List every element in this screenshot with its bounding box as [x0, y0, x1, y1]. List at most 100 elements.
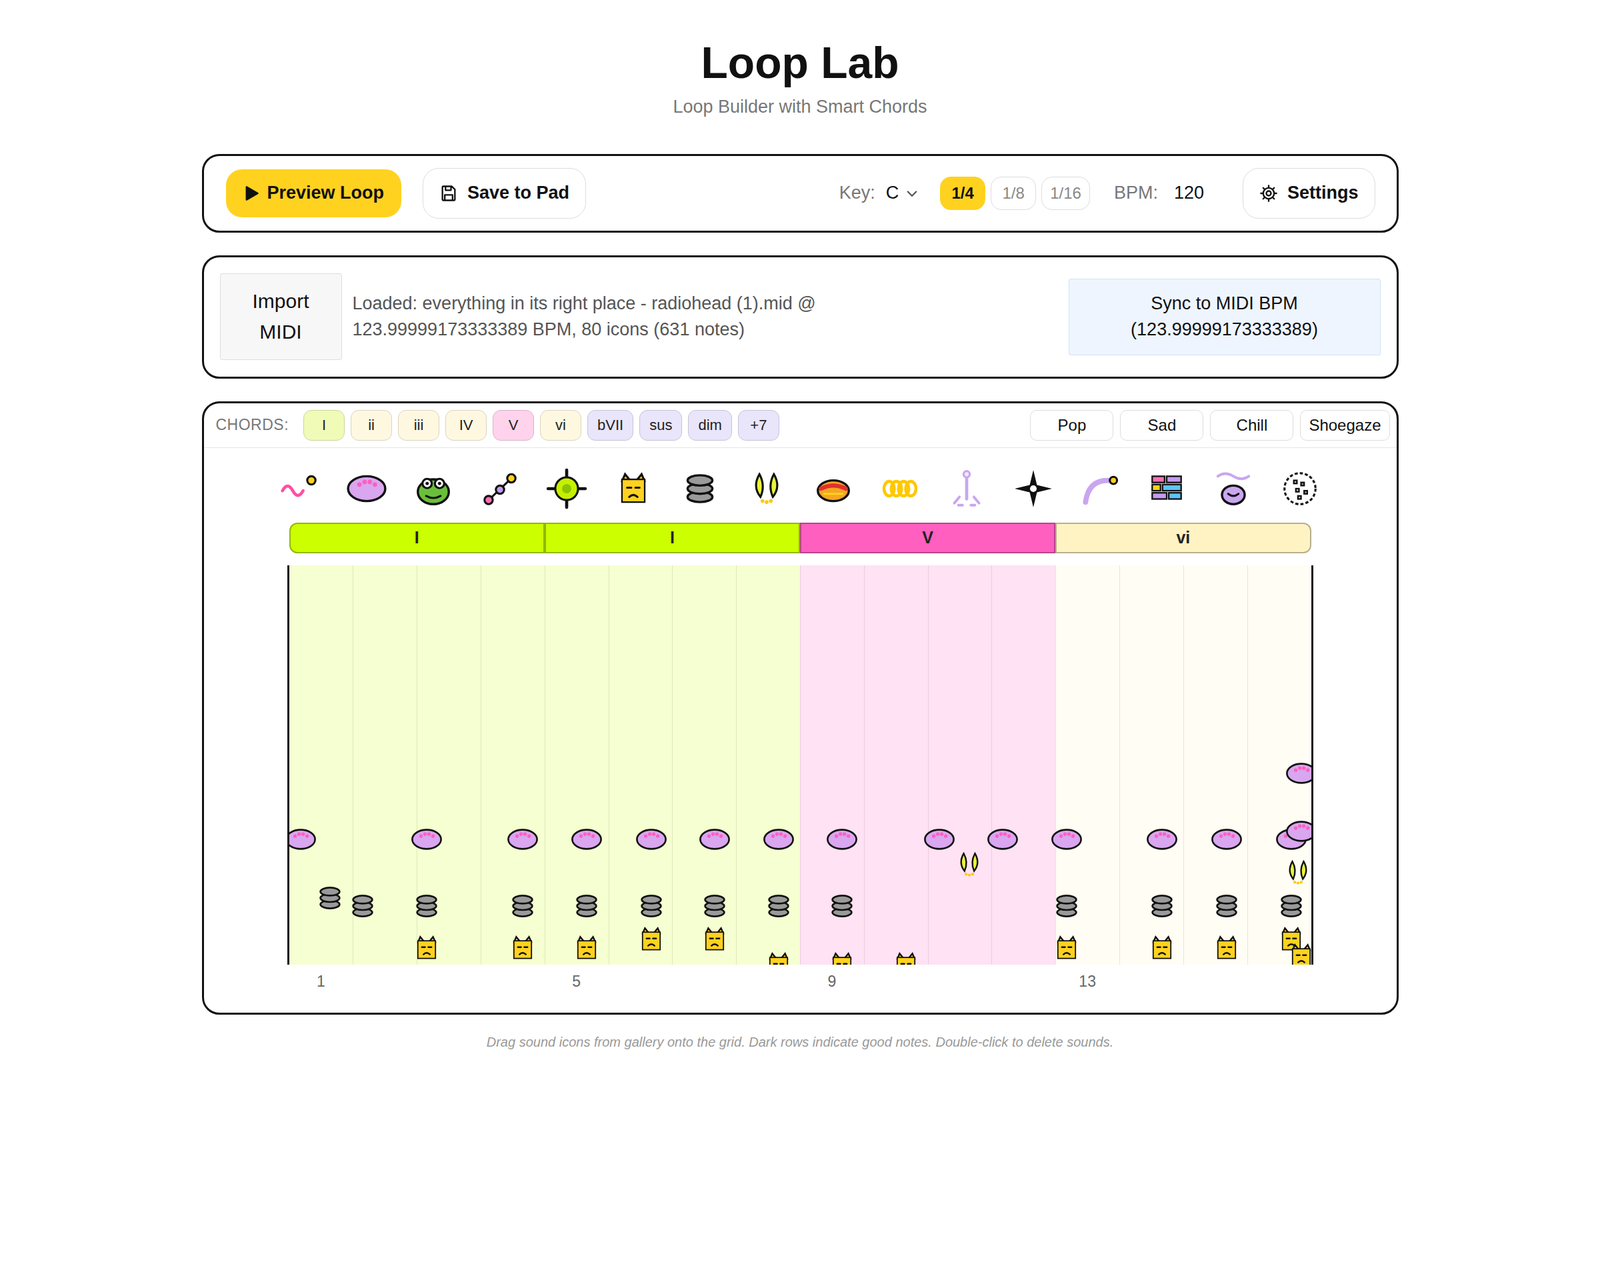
blob-note-icon[interactable] — [1285, 757, 1313, 790]
cat-note-icon[interactable] — [698, 923, 731, 956]
cat-note-icon[interactable] — [1210, 932, 1243, 964]
chevron-down-icon — [905, 186, 919, 200]
bar-number: 9 — [800, 970, 864, 993]
blob-note-icon[interactable] — [762, 823, 795, 856]
bpm-label: BPM: — [1114, 182, 1158, 204]
preview-loop-button[interactable]: Preview Loop — [226, 169, 402, 218]
hotdog-sound-icon[interactable] — [812, 468, 854, 510]
stack-note-icon[interactable] — [1050, 890, 1083, 922]
grid-option[interactable]: 1/4 — [940, 176, 986, 210]
stack-note-icon[interactable] — [635, 890, 668, 922]
bricks-sound-icon[interactable] — [1146, 468, 1188, 510]
chord-segment[interactable]: V — [800, 522, 1056, 554]
stack-note-icon[interactable] — [698, 890, 731, 922]
chord-button[interactable]: I — [303, 410, 345, 441]
blob-note-icon[interactable] — [698, 823, 731, 856]
blob-note-icon[interactable] — [986, 823, 1019, 856]
stack-note-icon[interactable] — [570, 890, 603, 922]
chord-segment[interactable]: vi — [1055, 522, 1311, 554]
cat-note-icon[interactable] — [635, 923, 668, 956]
preset-button[interactable]: Sad — [1120, 410, 1204, 441]
leaves-sound-icon[interactable] — [746, 468, 788, 510]
grid-options: 1/41/81/16 — [940, 176, 1090, 210]
chord-button[interactable]: iii — [398, 410, 440, 441]
leaves-note-icon[interactable] — [1282, 856, 1313, 889]
cat-note-icon[interactable] — [1050, 932, 1083, 964]
blob-note-icon[interactable] — [410, 823, 443, 856]
stack-note-icon[interactable] — [826, 890, 858, 922]
preset-button[interactable]: Pop — [1030, 410, 1114, 441]
star-sound-icon[interactable] — [1012, 468, 1054, 510]
gear-icon — [1259, 184, 1278, 203]
anchor-sound-icon[interactable] — [946, 468, 988, 510]
stack-note-icon[interactable] — [346, 890, 379, 922]
chord-button[interactable]: V — [492, 410, 534, 441]
cat-note-icon[interactable] — [410, 932, 443, 964]
cat-note-icon[interactable] — [762, 948, 795, 965]
blob-note-icon[interactable] — [923, 823, 956, 856]
cat-note-icon[interactable] — [890, 948, 922, 965]
stack-note-icon[interactable] — [1275, 890, 1308, 922]
arc-sound-icon[interactable] — [1079, 468, 1121, 510]
bpm-value[interactable]: 120 — [1174, 182, 1204, 204]
chord-list: IiiiiiIVVvibVIIsusdim+7 — [303, 410, 780, 441]
chord-button[interactable]: dim — [688, 410, 732, 441]
leaves-note-icon[interactable] — [953, 848, 986, 881]
stack-note-icon[interactable] — [506, 890, 539, 922]
blob-note-icon[interactable] — [1210, 823, 1243, 856]
grid-option[interactable]: 1/16 — [1041, 176, 1090, 210]
blob-note-icon[interactable] — [826, 823, 858, 856]
chord-button[interactable]: ii — [350, 410, 392, 441]
grid-option[interactable]: 1/8 — [990, 176, 1036, 210]
blob-note-icon[interactable] — [287, 823, 317, 856]
chord-button[interactable]: bVII — [587, 410, 634, 441]
coil-sound-icon[interactable] — [879, 468, 921, 510]
stack-note-icon[interactable] — [1210, 890, 1243, 922]
target-sound-icon[interactable] — [546, 468, 588, 510]
frog-sound-icon[interactable] — [412, 468, 454, 510]
preset-button[interactable]: Shoegaze — [1300, 410, 1390, 441]
blob-note-icon[interactable] — [1050, 823, 1083, 856]
blob-sound-icon[interactable] — [346, 468, 388, 510]
midi-panel: Import MIDILoaded: everything in its rig… — [202, 255, 1399, 379]
bar-number: 13 — [1055, 970, 1120, 993]
cat-note-icon[interactable] — [826, 948, 858, 965]
chord-button[interactable]: vi — [540, 410, 582, 441]
grid-beat — [928, 565, 992, 965]
bowl-sound-icon[interactable] — [1212, 468, 1254, 510]
beads-sound-icon[interactable] — [479, 468, 521, 510]
stack-note-icon[interactable] — [410, 890, 443, 922]
stack-note-icon[interactable] — [762, 890, 795, 922]
chord-button[interactable]: IV — [445, 410, 487, 441]
cat-note-icon[interactable] — [570, 932, 603, 964]
wave-sound-icon[interactable] — [279, 468, 321, 510]
sync-bpm-button[interactable]: Sync to MIDI BPM (123.99999173333389) — [1068, 278, 1381, 356]
blob-note-icon[interactable] — [506, 823, 539, 856]
cat-note-icon[interactable] — [506, 932, 539, 964]
note-grid[interactable] — [287, 565, 1314, 965]
key-label: Key: — [839, 182, 876, 204]
blob-note-icon[interactable] — [635, 823, 668, 856]
loop-lab-page: Loop LabLoop Builder with Smart ChordsPr… — [202, 0, 1399, 1077]
blob-note-icon[interactable] — [1146, 823, 1178, 856]
blob-note-icon[interactable] — [570, 823, 603, 856]
chord-segment[interactable]: I — [289, 522, 545, 554]
cat-note-icon[interactable] — [1146, 932, 1178, 964]
stack-note-icon[interactable] — [314, 882, 346, 914]
settings-button[interactable]: Settings — [1242, 168, 1376, 219]
preset-button[interactable]: Chill — [1210, 410, 1294, 441]
stack-sound-icon[interactable] — [679, 468, 721, 510]
grid-beat — [544, 565, 609, 965]
save-to-pad-button[interactable]: Save to Pad — [422, 168, 586, 219]
stack-note-icon[interactable] — [1146, 890, 1178, 922]
cat-sound-icon[interactable] — [612, 468, 654, 510]
disco-sound-icon[interactable] — [1279, 468, 1321, 510]
cat-note-icon[interactable] — [1285, 940, 1313, 964]
chord-button[interactable]: sus — [639, 410, 682, 441]
import-midi-button[interactable]: Import MIDI — [220, 273, 342, 360]
chord-segment[interactable]: I — [544, 522, 800, 554]
key-select[interactable]: C — [883, 182, 922, 204]
blob-note-icon[interactable] — [1285, 815, 1313, 848]
chord-progression: IIVvi — [289, 522, 1312, 554]
chord-button[interactable]: +7 — [738, 410, 780, 441]
